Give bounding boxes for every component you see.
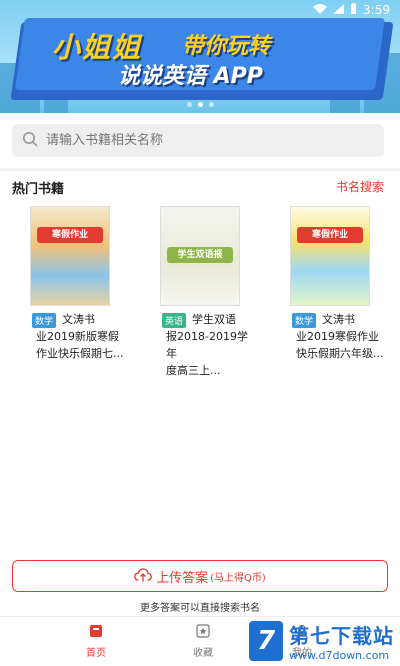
tab-home[interactable]: 首页 — [86, 623, 106, 659]
subject-tag: 英语 — [162, 312, 187, 328]
book-cover[interactable]: 寒假作业 — [30, 206, 110, 306]
tab-label: 首页 — [86, 648, 106, 659]
search-input[interactable] — [46, 133, 346, 148]
book-publisher: 文涛书 — [322, 313, 356, 326]
book-cover[interactable]: 学生双语报 — [160, 206, 240, 306]
upload-answer-label: 上传答案 — [156, 570, 209, 586]
watermark-url: www.d7down.com — [289, 649, 390, 662]
upload-answer-button[interactable]: 上传答案 (马上得Q币) — [12, 560, 388, 592]
cover-title: 寒假作业 — [297, 227, 363, 243]
book-desc-line2: 度高三上... — [166, 364, 221, 377]
watermark: 7 第七下载站 www.d7down.com — [249, 620, 394, 662]
carousel-dot[interactable] — [186, 102, 192, 107]
carousel-dot-active[interactable] — [197, 102, 203, 107]
section-title: 热门书籍 — [12, 182, 65, 197]
search-hint: 更多答案可以直接搜索书名 — [140, 603, 260, 614]
book-card[interactable]: 寒假作业 数学 文涛书 业2019寒假作业 快乐假期六年级... — [270, 206, 390, 362]
book-card[interactable]: 学生双语报 英语 学生双语 报2018-2019学年 度高三上... — [140, 206, 260, 379]
watermark-name: 第七下载站 — [289, 624, 394, 648]
cloud-upload-icon — [134, 567, 153, 586]
upload-answer-reward: (马上得Q币) — [210, 572, 266, 584]
tab-label: 收藏 — [193, 648, 213, 659]
popular-books: 寒假作业 数学 文涛书 业2019新版寒假 作业快乐假期七... 学生双语报 英… — [0, 206, 400, 377]
book-name-search-link[interactable]: 书名搜索 — [336, 178, 384, 195]
wifi-icon — [313, 3, 328, 17]
book-desc-line2: 快乐假期六年级... — [296, 347, 384, 360]
subject-tag: 数学 — [32, 312, 57, 328]
home-icon — [88, 623, 104, 644]
banner-subtitle: 带你玩转 — [182, 34, 271, 59]
signal-icon — [333, 3, 345, 17]
cover-title: 寒假作业 — [37, 227, 103, 243]
collect-icon — [195, 623, 211, 644]
book-publisher: 学生双语 — [192, 313, 237, 326]
carousel-dots — [0, 102, 400, 107]
banner-app-name: 说说英语 APP — [118, 64, 263, 89]
search-bar[interactable] — [12, 124, 384, 157]
book-desc-line1: 业2019寒假作业 — [296, 330, 379, 343]
watermark-logo: 7 — [249, 621, 283, 661]
book-desc-line1: 业2019新版寒假 — [36, 330, 119, 343]
search-icon — [22, 131, 38, 151]
subject-tag: 数学 — [292, 312, 317, 328]
carousel-dot[interactable] — [208, 102, 214, 107]
book-card[interactable]: 寒假作业 数学 文涛书 业2019新版寒假 作业快乐假期七... — [10, 206, 130, 362]
cover-title: 学生双语报 — [167, 247, 233, 263]
tab-collect[interactable]: 收藏 — [193, 623, 213, 659]
status-time: 3:59 — [363, 3, 390, 17]
section-divider — [0, 168, 400, 171]
book-publisher: 文涛书 — [62, 313, 96, 326]
book-desc-line1: 报2018-2019学年 — [166, 330, 248, 360]
battery-icon — [350, 3, 357, 17]
book-desc-line2: 作业快乐假期七... — [36, 347, 124, 360]
status-bar: 3:59 — [0, 0, 400, 20]
book-cover[interactable]: 寒假作业 — [290, 206, 370, 306]
